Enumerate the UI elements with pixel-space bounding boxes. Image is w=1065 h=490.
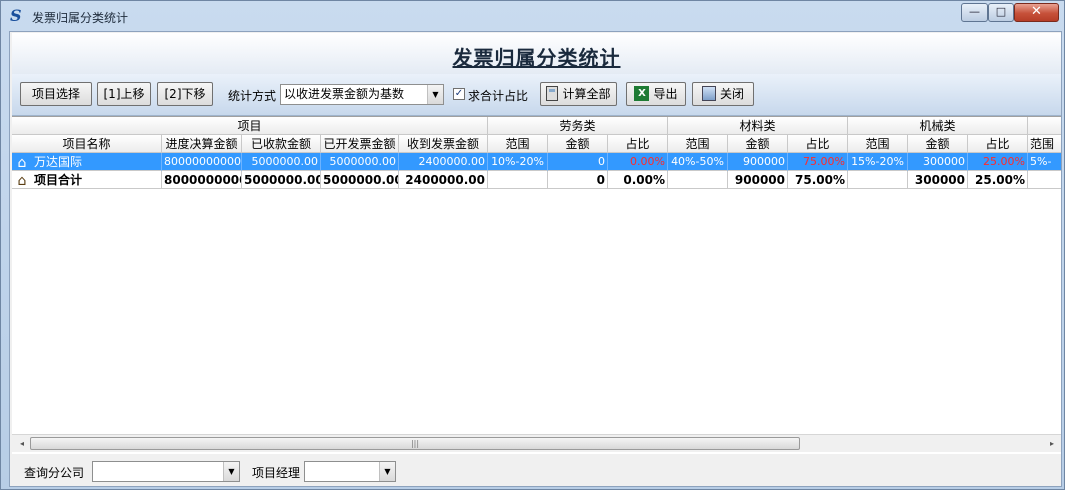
horizontal-scrollbar[interactable]: ◂ ||| ▸ [12,434,1061,452]
col-header-labor-range[interactable]: 范围 [488,135,548,153]
calc-all-button[interactable]: 计算全部 [540,82,617,106]
window-title: 发票归属分类统计 [32,11,129,25]
col-header-received-amount[interactable]: 已收款金额 [242,135,321,153]
close-button[interactable]: 关闭 [692,82,754,106]
group-header-project: 项目 [12,117,488,135]
move-down-button[interactable]: [2]下移 [157,82,213,106]
sum-ratio-checkbox[interactable]: ✓ [453,88,465,100]
col-header-material-range[interactable]: 范围 [668,135,728,153]
client-area: 发票归属分类统计 项目选择 [1]上移 [2]下移 统计方式 以收进发票金额为基… [9,31,1062,487]
export-label: 导出 [653,87,678,101]
home-icon: ⌂ [17,155,27,171]
chevron-down-icon[interactable]: ▼ [223,462,239,481]
sum-ratio-label[interactable]: 求合计占比 [468,87,528,104]
row-labor-range[interactable] [488,171,548,189]
col-header-progress-amount[interactable]: 进度决算金额 [162,135,242,153]
title-bar[interactable]: S 发票归属分类统计 — □ ✕ [1,1,1064,31]
scroll-left-icon[interactable]: ◂ [14,436,30,452]
group-header-machinery: 机械类 [848,117,1028,135]
row-labor-amount[interactable]: 0 [548,171,608,189]
row-invoiced-amount[interactable]: 5000000.00 [321,171,399,189]
chevron-down-icon[interactable]: ▼ [379,462,395,481]
col-header-material-amount[interactable]: 金额 [728,135,788,153]
chevron-down-icon[interactable]: ▼ [427,85,443,104]
report-banner: 发票归属分类统计 [12,33,1061,74]
col-header-labor-amount[interactable]: 金额 [548,135,608,153]
row-invoice-received[interactable]: 2400000.00 [399,171,488,189]
data-grid[interactable]: 项目 劳务类 材料类 机械类 项目名称 进度决算金额 已收款金额 已开发票金额 … [12,116,1061,454]
row-machinery-ratio[interactable]: 25.00% [968,153,1028,171]
col-header-machinery-amount[interactable]: 金额 [908,135,968,153]
row-invoice-received[interactable]: 2400000.00 [399,153,488,171]
calculator-icon [546,86,559,101]
excel-icon: X [634,86,650,101]
branch-label: 查询分公司 [24,466,85,480]
row-material-ratio[interactable]: 75.00% [788,153,848,171]
maximize-button[interactable]: □ [988,3,1014,22]
col-header-invoice-received[interactable]: 收到发票金额 [399,135,488,153]
col-header-machinery-range[interactable]: 范围 [848,135,908,153]
close-window-button[interactable]: ✕ [1014,3,1059,22]
row-material-amount[interactable]: 900000 [728,171,788,189]
group-header-labor: 劳务类 [488,117,668,135]
app-window: S 发票归属分类统计 — □ ✕ 发票归属分类统计 项目选择 [1]上移 [2]… [0,0,1065,490]
manager-label: 项目经理 [252,466,301,480]
group-header-next [1028,117,1061,135]
home-icon: ⌂ [17,173,27,189]
close-label: 关闭 [719,87,744,101]
col-header-invoiced-amount[interactable]: 已开发票金额 [321,135,399,153]
row-received-amount[interactable]: 5000000.00 [242,171,321,189]
col-header-material-ratio[interactable]: 占比 [788,135,848,153]
row-project-name[interactable]: 项目合计 [12,171,162,189]
row-machinery-amount[interactable]: 300000 [908,171,968,189]
col-header-next-range[interactable]: 范围 [1028,135,1061,153]
toolbar: 项目选择 [1]上移 [2]下移 统计方式 以收进发票金额为基数 ▼ ✓ 求合计… [12,74,1061,116]
stat-method-label: 统计方式 [228,89,277,103]
stat-method-select[interactable]: 以收进发票金额为基数 ▼ [280,84,444,105]
row-machinery-ratio[interactable]: 25.00% [968,171,1028,189]
row-machinery-range[interactable] [848,171,908,189]
row-project-name[interactable]: 万达国际 [12,153,162,171]
row-received-amount[interactable]: 5000000.00 [242,153,321,171]
row-material-range[interactable] [668,171,728,189]
branch-select[interactable]: ▼ [92,461,240,482]
stat-method-value: 以收进发票金额为基数 [284,87,405,101]
minimize-button[interactable]: — [961,3,988,22]
scroll-right-icon[interactable]: ▸ [1044,436,1060,452]
group-header-material: 材料类 [668,117,848,135]
row-material-range[interactable]: 40%-50% [668,153,728,171]
row-labor-ratio[interactable]: 0.00% [608,171,668,189]
exit-icon [701,86,716,101]
row-machinery-range[interactable]: 15%-20% [848,153,908,171]
col-header-project-name[interactable]: 项目名称 [12,135,162,153]
scroll-thumb[interactable]: ||| [30,437,800,450]
row-labor-amount[interactable]: 0 [548,153,608,171]
row-material-ratio[interactable]: 75.00% [788,171,848,189]
row-next-range[interactable] [1028,171,1061,189]
report-title: 发票归属分类统计 [452,46,621,70]
col-header-machinery-ratio[interactable]: 占比 [968,135,1028,153]
select-project-button[interactable]: 项目选择 [20,82,92,106]
col-header-labor-ratio[interactable]: 占比 [608,135,668,153]
row-progress-amount[interactable]: 800000000000 [162,171,242,189]
row-invoiced-amount[interactable]: 5000000.00 [321,153,399,171]
row-material-amount[interactable]: 900000 [728,153,788,171]
row-machinery-amount[interactable]: 300000 [908,153,968,171]
app-logo-icon: S [10,6,22,25]
row-next-range[interactable]: 5%- [1028,153,1061,171]
calc-all-label: 计算全部 [562,87,611,101]
row-labor-ratio[interactable]: 0.00% [608,153,668,171]
row-labor-range[interactable]: 10%-20% [488,153,548,171]
export-button[interactable]: X 导出 [626,82,686,106]
manager-select[interactable]: ▼ [304,461,396,482]
row-progress-amount[interactable]: 800000000000. [162,153,242,171]
move-up-button[interactable]: [1]上移 [97,82,151,106]
